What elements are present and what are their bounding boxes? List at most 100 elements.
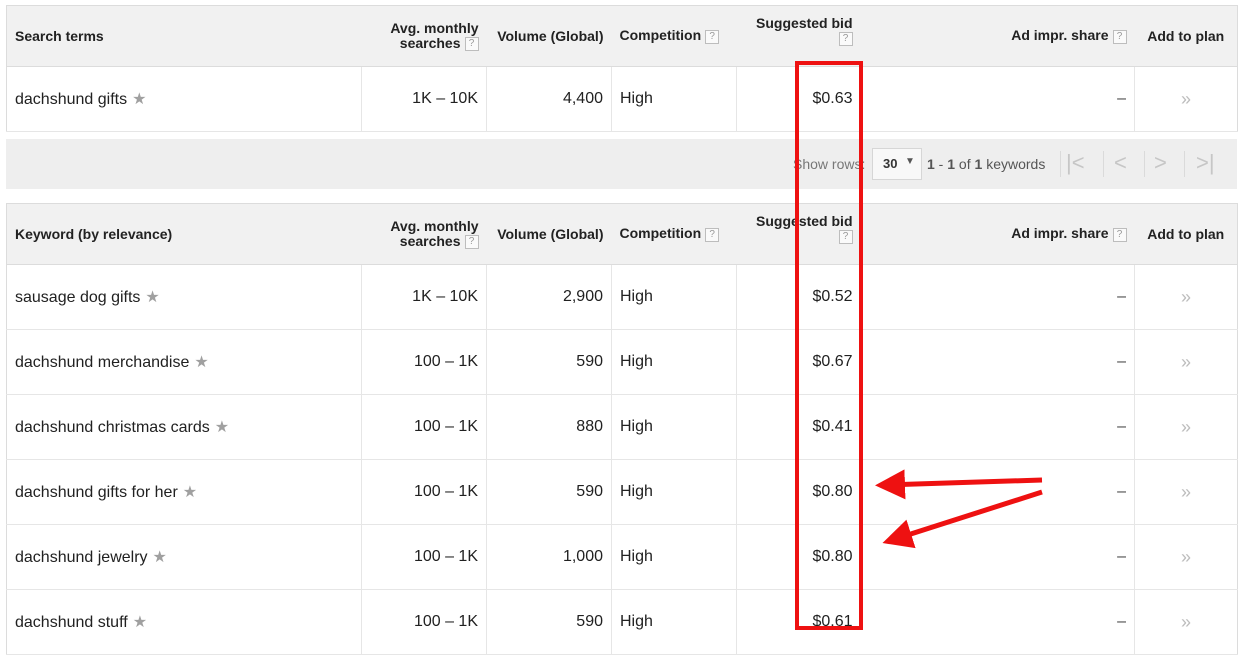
col-volume[interactable]: Volume (Global) xyxy=(486,203,612,265)
avg-cell: 100 – 1K xyxy=(361,589,487,655)
rows-per-page-select[interactable]: 30 ▼ xyxy=(872,148,922,180)
table-row: dachshund jewelry ★ 100 – 1K 1,000 High $… xyxy=(6,524,1238,590)
add-to-plan-button[interactable]: » xyxy=(1134,459,1238,525)
col-suggested-bid-label: Suggested bid xyxy=(756,15,853,31)
divider xyxy=(1144,151,1145,177)
keyword-text: sausage dog gifts xyxy=(15,289,141,306)
divider xyxy=(1103,151,1104,177)
keyword-cell: dachshund jewelry ★ xyxy=(6,524,362,590)
add-to-plan-button[interactable]: » xyxy=(1134,524,1238,590)
col-avg-monthly-line1: Avg. monthly xyxy=(390,19,479,36)
impr-cell: – xyxy=(860,394,1135,460)
divider xyxy=(1184,151,1185,177)
help-icon[interactable]: ? xyxy=(464,37,479,52)
show-rows-label: Show rows: xyxy=(793,156,866,172)
impr-cell: – xyxy=(860,66,1135,132)
search-terms-header-row: Search terms Avg. monthly searches? Volu… xyxy=(6,5,1238,67)
help-icon[interactable]: ? xyxy=(464,235,479,250)
help-icon[interactable]: ? xyxy=(838,230,853,245)
col-competition-label: Competition xyxy=(619,27,702,44)
range-of: of xyxy=(955,156,975,172)
keyword-cell: dachshund christmas cards ★ xyxy=(6,394,362,460)
col-avg-monthly-line2: searches xyxy=(399,34,461,51)
first-page-icon[interactable]: |< xyxy=(1066,150,1085,176)
star-icon[interactable]: ★ xyxy=(153,549,167,566)
col-ad-impr-share[interactable]: Ad impr. share? xyxy=(860,203,1135,265)
col-ad-impr-label: Ad impr. share xyxy=(1011,27,1109,44)
keyword-header-row: Keyword (by relevance) Avg. monthly sear… xyxy=(6,203,1238,265)
competition-cell: High xyxy=(611,589,737,655)
star-icon[interactable]: ★ xyxy=(133,614,147,631)
bid-cell: $0.63 xyxy=(736,66,861,132)
star-icon[interactable]: ★ xyxy=(145,289,159,306)
keyword-cell: sausage dog gifts ★ xyxy=(6,264,362,330)
competition-cell: High xyxy=(611,459,737,525)
add-to-plan-button[interactable]: » xyxy=(1134,394,1238,460)
col-suggested-bid[interactable]: Suggested bid ? xyxy=(736,203,861,265)
keyword-cell: dachshund stuff ★ xyxy=(6,589,362,655)
prev-page-icon[interactable]: < xyxy=(1114,150,1127,176)
col-suggested-bid[interactable]: Suggested bid ? xyxy=(736,5,861,67)
col-volume[interactable]: Volume (Global) xyxy=(486,5,612,67)
rows-per-page-value: 30 xyxy=(883,156,898,171)
impr-cell: – xyxy=(860,264,1135,330)
col-search-terms[interactable]: Search terms xyxy=(6,5,362,67)
star-icon[interactable]: ★ xyxy=(183,484,197,501)
volume-cell: 880 xyxy=(486,394,612,460)
col-competition-label: Competition xyxy=(619,225,702,242)
help-icon[interactable]: ? xyxy=(838,32,853,47)
col-avg-monthly-line1: Avg. monthly xyxy=(390,217,479,234)
avg-cell: 1K – 10K xyxy=(361,264,487,330)
col-ad-impr-label: Ad impr. share xyxy=(1011,225,1109,242)
page-range: 1 - 1 of 1 keywords xyxy=(927,156,1045,172)
bid-cell: $0.61 xyxy=(736,589,861,655)
next-page-icon[interactable]: > xyxy=(1154,150,1167,176)
star-icon[interactable]: ★ xyxy=(132,91,146,108)
keyword-text: dachshund jewelry xyxy=(15,549,148,566)
add-to-plan-button[interactable]: » xyxy=(1134,66,1238,132)
keyword-cell: dachshund gifts for her ★ xyxy=(6,459,362,525)
bid-cell: $0.80 xyxy=(736,459,861,525)
divider xyxy=(1060,151,1061,177)
col-avg-monthly[interactable]: Avg. monthly searches? xyxy=(361,5,487,67)
add-to-plan-button[interactable]: » xyxy=(1134,329,1238,395)
table-row: dachshund gifts ★ 1K – 10K 4,400 High $0.… xyxy=(6,66,1238,132)
keyword-text: dachshund christmas cards xyxy=(15,419,210,436)
keyword-text: dachshund merchandise xyxy=(15,354,190,371)
add-to-plan-button[interactable]: » xyxy=(1134,589,1238,655)
range-start: 1 xyxy=(927,156,935,172)
col-avg-monthly[interactable]: Avg. monthly searches? xyxy=(361,203,487,265)
keyword-cell: dachshund gifts ★ xyxy=(6,66,362,132)
volume-cell: 590 xyxy=(486,329,612,395)
add-to-plan-button[interactable]: » xyxy=(1134,264,1238,330)
col-suggested-bid-label: Suggested bid xyxy=(756,213,853,229)
bid-cell: $0.52 xyxy=(736,264,861,330)
col-keyword[interactable]: Keyword (by relevance) xyxy=(6,203,362,265)
competition-cell: High xyxy=(611,394,737,460)
competition-cell: High xyxy=(611,66,737,132)
bid-cell: $0.80 xyxy=(736,524,861,590)
competition-cell: High xyxy=(611,264,737,330)
last-page-icon[interactable]: >| xyxy=(1196,150,1215,176)
keyword-text: dachshund stuff xyxy=(15,614,128,631)
avg-cell: 100 – 1K xyxy=(361,329,487,395)
caret-down-icon: ▼ xyxy=(905,156,915,167)
help-icon[interactable]: ? xyxy=(1112,29,1127,44)
star-icon[interactable]: ★ xyxy=(194,354,208,371)
col-competition[interactable]: Competition? xyxy=(611,5,737,67)
avg-cell: 1K – 10K xyxy=(361,66,487,132)
range-sep: - xyxy=(934,156,948,172)
star-icon[interactable]: ★ xyxy=(215,419,229,436)
impr-cell: – xyxy=(860,524,1135,590)
help-icon[interactable]: ? xyxy=(1112,227,1127,242)
table-row: dachshund gifts for her ★ 100 – 1K 590 Hi… xyxy=(6,459,1238,525)
col-competition[interactable]: Competition? xyxy=(611,203,737,265)
avg-cell: 100 – 1K xyxy=(361,524,487,590)
col-ad-impr-share[interactable]: Ad impr. share? xyxy=(860,5,1135,67)
volume-cell: 590 xyxy=(486,459,612,525)
help-icon[interactable]: ? xyxy=(705,227,720,242)
help-icon[interactable]: ? xyxy=(705,29,720,44)
bid-cell: $0.67 xyxy=(736,329,861,395)
pagination-toolbar: Show rows: 30 ▼ 1 - 1 of 1 keywords |< <… xyxy=(6,139,1237,189)
keyword-text: dachshund gifts xyxy=(15,91,128,108)
